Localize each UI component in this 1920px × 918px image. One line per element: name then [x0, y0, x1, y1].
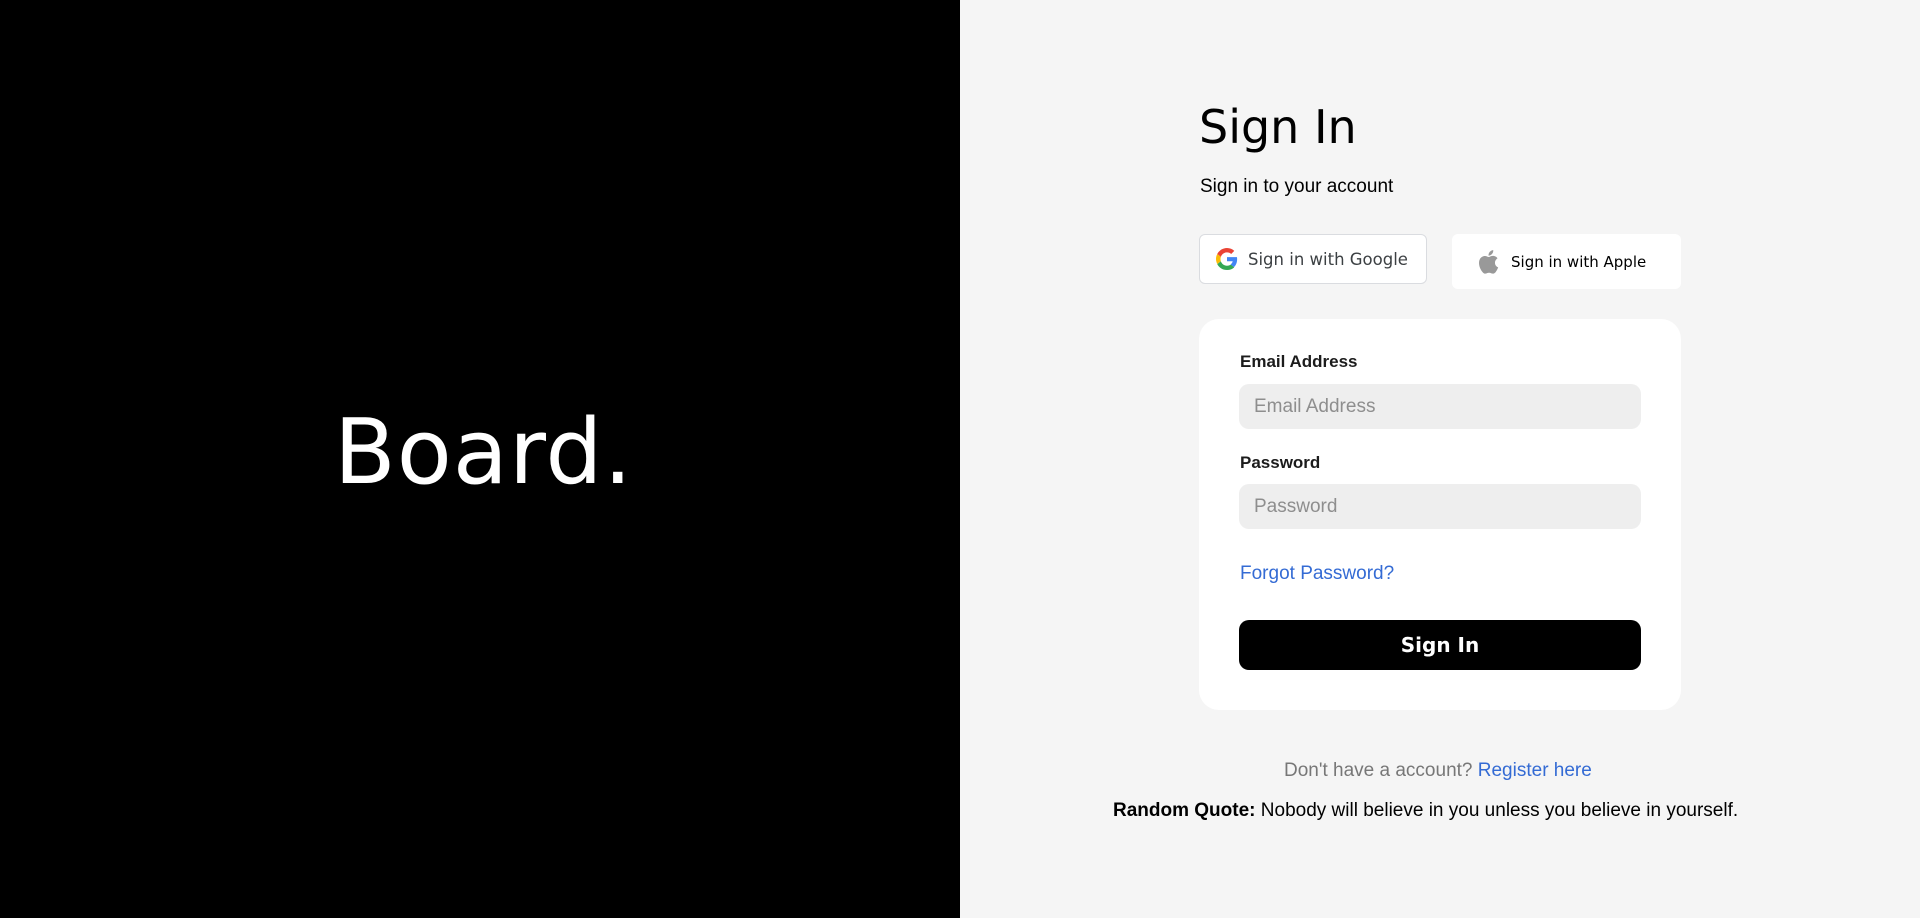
- google-signin-label: Sign in with Google: [1248, 249, 1408, 269]
- brand-panel: Board.: [0, 0, 960, 918]
- google-icon: [1216, 248, 1238, 270]
- page-subtitle: Sign in to your account: [1200, 176, 1394, 197]
- apple-signin-label: Sign in with Apple: [1511, 252, 1647, 271]
- forgot-password-link[interactable]: Forgot Password?: [1240, 563, 1394, 585]
- email-field[interactable]: [1239, 384, 1641, 429]
- register-prompt-text: Don't have a account?: [1284, 760, 1473, 781]
- apple-signin-button[interactable]: Sign in with Apple: [1452, 234, 1681, 289]
- password-field[interactable]: [1239, 484, 1641, 529]
- signin-button[interactable]: Sign In: [1239, 620, 1641, 670]
- password-label: Password: [1240, 453, 1321, 472]
- apple-icon: [1477, 249, 1499, 275]
- quote-label: Random Quote:: [1113, 800, 1256, 821]
- register-prompt: Don't have a account? Register here: [1284, 760, 1592, 782]
- email-label: Email Address: [1240, 352, 1358, 371]
- brand-logo: Board.: [334, 400, 634, 505]
- random-quote: Random Quote: Nobody will believe in you…: [1113, 800, 1738, 822]
- page-title: Sign In: [1199, 100, 1357, 154]
- google-signin-button[interactable]: Sign in with Google: [1199, 234, 1427, 284]
- register-link[interactable]: Register here: [1478, 760, 1592, 781]
- quote-text: Nobody will believe in you unless you be…: [1260, 800, 1739, 821]
